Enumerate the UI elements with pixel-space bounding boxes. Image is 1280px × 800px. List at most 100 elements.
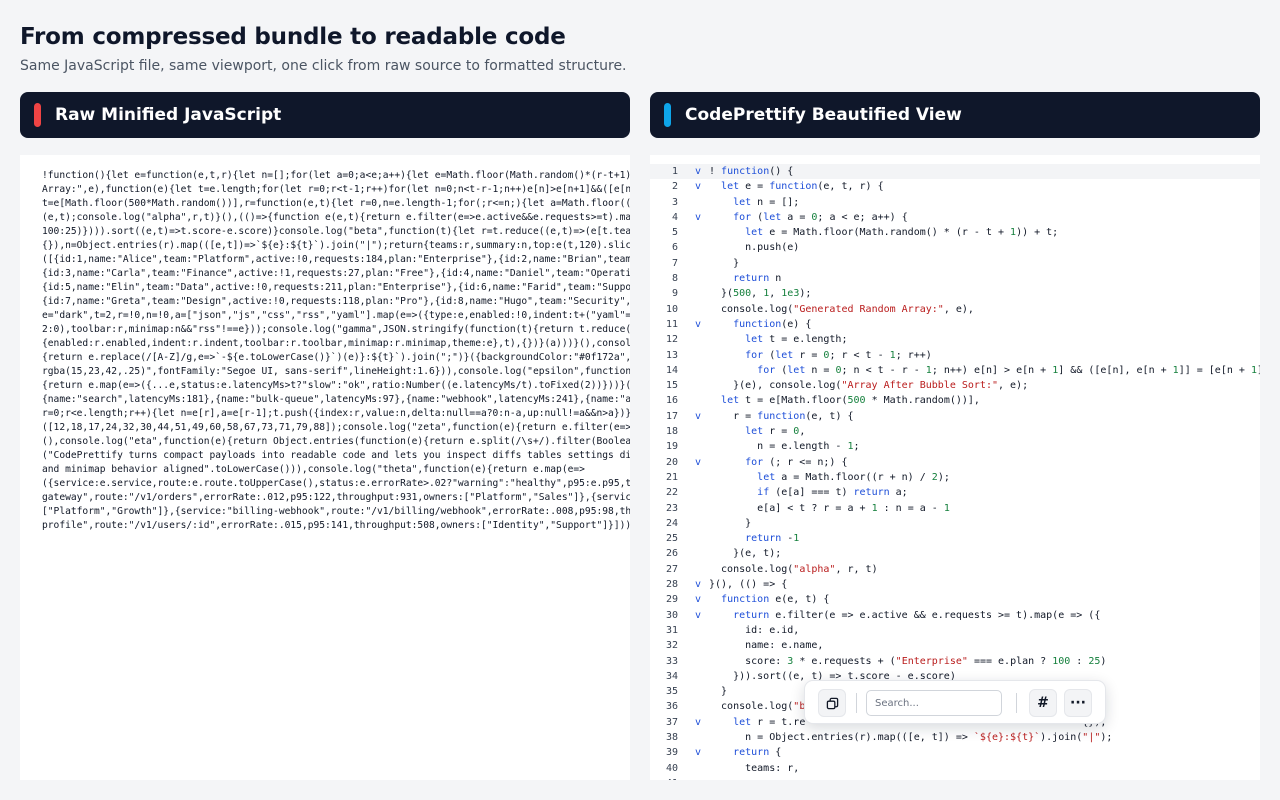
code-text: let a = Math.floor((r + n) / 2); — [757, 471, 950, 483]
code-text: id: e.id, — [709, 624, 800, 636]
code-text: for (let n = 0; n < t - r - 1; n++) e[n]… — [757, 364, 1260, 376]
code-text: }(e, t); — [709, 548, 782, 560]
line-number: 28 — [665, 579, 678, 591]
line-number: 1 — [671, 166, 678, 177]
fold-toggle-icon[interactable]: v — [692, 179, 704, 194]
code-text: return e.filter(e => e.active && e.reque… — [733, 609, 1101, 621]
line-number: 24 — [665, 517, 678, 529]
more-options-button[interactable]: ··· — [1064, 689, 1092, 717]
code-line: 1 v ! function() { — [650, 164, 1260, 180]
line-number: 34 — [665, 670, 678, 682]
code-line: 39 v return { — [650, 745, 1260, 760]
line-number: 36 — [665, 701, 678, 713]
fold-toggle-icon[interactable]: v — [692, 164, 704, 179]
fold-toggle-icon[interactable]: v — [692, 577, 704, 592]
code-text: for (let a = 0; a < e; a++) { — [733, 211, 908, 223]
line-number: 11 — [665, 318, 678, 330]
code-line: 23 e[a] < t ? r = a + 1 : n = a - 1 — [650, 501, 1260, 516]
code-text: n.push(e) — [709, 242, 800, 254]
code-line: 16 let t = e[Math.floor(500 * Math.rando… — [650, 393, 1260, 408]
line-number: 4 — [671, 211, 678, 223]
code-line: 19 n = e.length - 1; — [650, 439, 1260, 454]
pretty-panel-title: CodePrettify Beautified View — [685, 105, 962, 125]
code-line: 7 } — [650, 256, 1260, 271]
line-number-toggle-button[interactable]: # — [1029, 689, 1057, 717]
code-text: console.log("Generated Random Array:", e… — [709, 303, 974, 315]
floating-toolbar: # ··· — [804, 680, 1106, 724]
code-text: return -1 — [745, 533, 800, 545]
code-line: 40 teams: r, — [650, 761, 1260, 776]
line-number: 22 — [665, 487, 678, 499]
code-text: let e = Math.floor(Math.random() * (r - … — [745, 227, 1059, 239]
line-number: 26 — [665, 548, 678, 560]
raw-panel-header: Raw Minified JavaScript — [20, 92, 630, 138]
line-number: 13 — [665, 349, 678, 361]
copy-icon — [826, 697, 838, 709]
code-line: 20 v for (; r <= n;) { — [650, 455, 1260, 470]
code-line: 32 name: e.name, — [650, 638, 1260, 653]
code-line: 11 v function(e) { — [650, 317, 1260, 332]
code-line: 31 id: e.id, — [650, 623, 1260, 638]
code-line: 21 let a = Math.floor((r + n) / 2); — [650, 470, 1260, 485]
pretty-panel-header: CodePrettify Beautified View — [650, 92, 1260, 138]
fold-toggle-icon[interactable]: v — [692, 317, 704, 332]
code-line: 41 summary: n, — [650, 776, 1260, 780]
line-number: 33 — [665, 655, 678, 667]
fold-toggle-icon[interactable]: v — [692, 409, 704, 424]
code-text: let t = e.length; — [745, 334, 848, 346]
code-text: } — [709, 257, 740, 269]
line-number: 5 — [671, 227, 678, 239]
code-line: 13 for (let r = 0; r < t - 1; r++) — [650, 348, 1260, 363]
fold-toggle-icon[interactable]: v — [692, 210, 704, 225]
fold-toggle-icon[interactable]: v — [692, 455, 704, 470]
copy-button[interactable] — [818, 689, 846, 717]
line-number: 20 — [665, 456, 678, 468]
code-line: 12 let t = e.length; — [650, 332, 1260, 347]
line-number: 41 — [650, 776, 678, 780]
code-text: } — [709, 517, 752, 529]
line-number: 27 — [665, 563, 678, 575]
code-line: 9 }(500, 1, 1e3); — [650, 286, 1260, 301]
search-input[interactable] — [866, 690, 1002, 716]
code-text: let r = 0, — [745, 426, 806, 438]
line-number: 23 — [665, 502, 678, 514]
line-number: 15 — [665, 380, 678, 392]
fold-toggle-icon[interactable]: v — [692, 592, 704, 607]
code-line: 18 let r = 0, — [650, 424, 1260, 439]
code-text: console.log("alpha", r, t) — [709, 563, 878, 575]
code-line: 26 }(e, t); — [650, 546, 1260, 561]
line-number: 39 — [665, 747, 678, 759]
line-number: 14 — [665, 364, 678, 376]
page-title: From compressed bundle to readable code — [20, 24, 566, 50]
line-number: 19 — [665, 441, 678, 453]
code-text: }(500, 1, 1e3); — [709, 288, 812, 300]
line-number: 35 — [665, 686, 678, 698]
code-text: return { — [733, 747, 782, 759]
line-number: 6 — [671, 242, 678, 254]
toolbar-separator — [1016, 693, 1017, 713]
fold-toggle-icon[interactable]: v — [692, 745, 704, 760]
line-number: 8 — [671, 273, 678, 285]
code-line: 5 let e = Math.floor(Math.random() * (r … — [650, 225, 1260, 240]
code-line: 17 v r = function(e, t) { — [650, 409, 1260, 424]
code-text: r = function(e, t) { — [709, 410, 854, 422]
code-line: 15 }(e), console.log("Array After Bubble… — [650, 378, 1260, 393]
code-text: function(e) { — [733, 318, 812, 330]
line-number: 29 — [665, 594, 678, 606]
line-number: 30 — [665, 609, 678, 621]
line-number: 2 — [671, 181, 678, 193]
page-subtitle: Same JavaScript file, same viewport, one… — [20, 58, 627, 74]
code-line: 22 if (e[a] === t) return a; — [650, 485, 1260, 500]
line-number: 38 — [665, 731, 678, 743]
raw-code-panel[interactable]: !function(){let e=function(e,t,r){let n=… — [20, 155, 630, 780]
code-text: n = e.length - 1; — [709, 441, 860, 453]
line-number: 40 — [665, 762, 678, 774]
code-text: let t = e[Math.floor(500 * Math.random()… — [721, 395, 980, 407]
code-line: 10 console.log("Generated Random Array:"… — [650, 302, 1260, 317]
fold-toggle-icon[interactable]: v — [692, 608, 704, 623]
line-number: 25 — [665, 533, 678, 545]
fold-toggle-icon[interactable]: v — [692, 715, 704, 730]
line-number: 31 — [665, 624, 678, 636]
pretty-accent-bar — [664, 103, 671, 127]
line-number: 32 — [665, 640, 678, 652]
